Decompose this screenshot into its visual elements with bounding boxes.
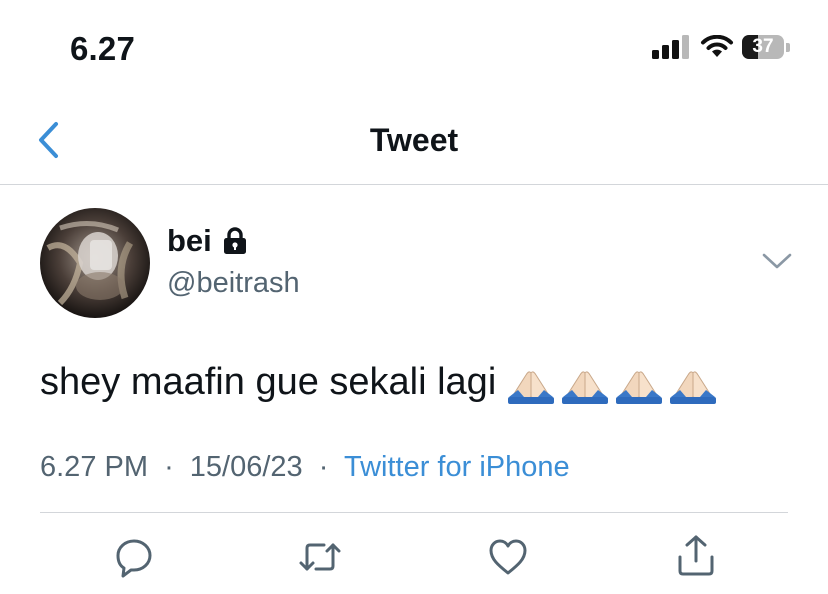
tweet-time: 6.27 PM	[40, 451, 148, 483]
handle[interactable]: @beitrash	[167, 267, 300, 300]
avatar[interactable]	[40, 208, 150, 318]
divider	[40, 512, 788, 513]
wifi-icon	[701, 35, 733, 57]
tweet-date: 15/06/23	[189, 451, 303, 483]
folded-hands-emoji	[507, 371, 555, 405]
share-icon[interactable]	[674, 533, 718, 577]
tweet-text: shey maafin gue sekali lagi	[40, 357, 718, 407]
signal-icon	[652, 35, 689, 59]
display-name-row: bei	[167, 223, 248, 259]
folded-hands-emoji	[615, 371, 663, 405]
lock-icon	[223, 227, 246, 254]
tweet-text-content: shey maafin gue sekali lagi	[40, 360, 497, 403]
retweet-icon[interactable]	[298, 535, 342, 579]
folded-hands-emoji	[669, 371, 717, 405]
nav-bar: Tweet	[0, 100, 828, 185]
like-icon[interactable]	[486, 535, 530, 579]
display-name[interactable]: bei	[167, 223, 212, 259]
page-title: Tweet	[369, 122, 459, 158]
meta-separator: ·	[164, 451, 174, 483]
chevron-down-icon[interactable]	[760, 249, 794, 273]
battery-level: 37	[752, 36, 774, 57]
meta-separator: ·	[318, 451, 329, 483]
emoji-row	[506, 357, 718, 407]
status-bar: 6.27 37	[0, 0, 828, 100]
status-icons: 37	[652, 35, 790, 59]
tweet-meta: 6.27 PM · 15/06/23 · Twitter for iPhone	[40, 451, 570, 484]
status-time: 6.27	[70, 30, 136, 67]
reply-icon[interactable]	[112, 535, 156, 579]
battery-icon: 37	[742, 35, 790, 59]
action-bar	[0, 525, 828, 585]
tweet-source-link[interactable]: Twitter for iPhone	[344, 451, 570, 483]
folded-hands-emoji	[561, 371, 609, 405]
